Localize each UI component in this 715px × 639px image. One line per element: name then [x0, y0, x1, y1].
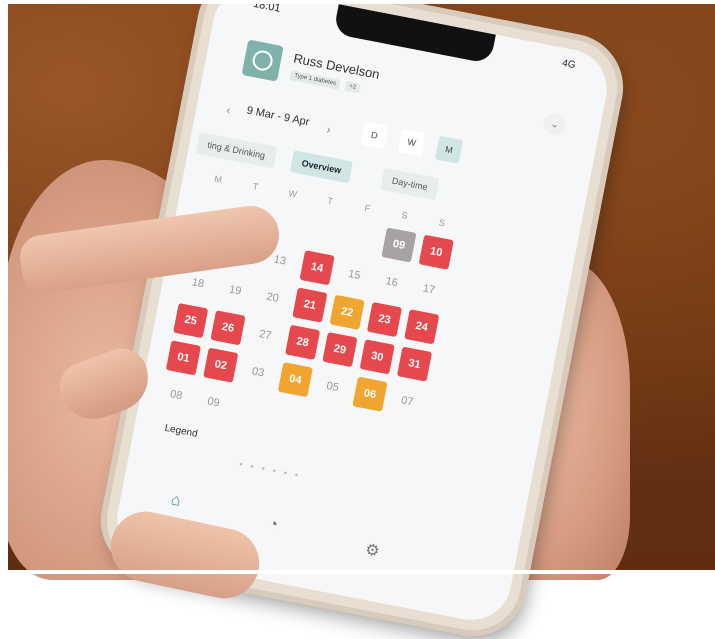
calendar-day[interactable]: 17 — [411, 272, 446, 307]
chevron-left-icon[interactable]: ‹ — [225, 103, 232, 118]
calendar-day[interactable]: 25 — [173, 303, 209, 339]
tab-eating-drinking[interactable]: ting & Drinking — [195, 131, 277, 169]
calendar-day[interactable]: 09 — [381, 227, 417, 263]
calendar-day[interactable]: 10 — [418, 234, 454, 270]
tab-daytime[interactable]: Day-time — [380, 167, 440, 201]
tab-overview[interactable]: Overview — [289, 150, 354, 184]
frame-edge-left — [0, 0, 8, 574]
weekday-label: S — [438, 217, 446, 229]
chevron-right-icon[interactable]: › — [325, 122, 332, 137]
date-range: 9 Mar - 9 Apr — [245, 104, 311, 129]
calendar-day[interactable]: 04 — [277, 362, 313, 398]
calendar-day[interactable]: 05 — [315, 369, 350, 404]
calendar-day[interactable]: 08 — [159, 378, 194, 413]
page-indicator: ● ● ● ● ● ● — [238, 461, 302, 480]
weekday-label: T — [251, 181, 260, 192]
calendar-day[interactable]: 26 — [210, 310, 246, 346]
bell-icon[interactable]: ◔ — [267, 515, 280, 535]
calendar-day[interactable]: 09 — [196, 385, 231, 420]
calendar-day[interactable]: 07 — [390, 384, 425, 419]
calendar-day[interactable]: 28 — [285, 324, 321, 360]
calendar-day[interactable]: 02 — [203, 347, 239, 383]
profile-tag-extra[interactable]: +2 — [344, 80, 361, 94]
weekday-label: S — [400, 210, 409, 221]
calendar-day[interactable]: 24 — [404, 309, 440, 345]
calendar-day[interactable]: 06 — [352, 376, 388, 412]
home-icon[interactable]: ⌂ — [169, 491, 183, 511]
calendar-day[interactable]: 31 — [396, 346, 433, 382]
calendar-day[interactable]: 23 — [366, 301, 403, 338]
calendar-day[interactable]: 20 — [255, 280, 290, 315]
calendar-day[interactable]: 15 — [337, 257, 372, 292]
weekday-label: W — [287, 188, 298, 200]
weekday-label: T — [326, 195, 334, 207]
calendar-day[interactable]: 30 — [359, 339, 395, 375]
profile-avatar[interactable] — [241, 39, 284, 82]
calendar-day[interactable]: 29 — [322, 332, 358, 368]
gear-icon[interactable]: ⚙ — [363, 539, 381, 561]
legend-label: Legend — [163, 422, 199, 440]
calendar-day[interactable]: 27 — [248, 318, 283, 353]
frame-edge-bottom — [0, 570, 715, 574]
frame-edge-top — [0, 0, 715, 4]
calendar-day[interactable]: 01 — [165, 340, 202, 376]
chevron-down-icon[interactable]: ⌄ — [541, 111, 568, 138]
calendar-day[interactable]: 22 — [329, 294, 365, 330]
period-day-button[interactable]: D — [360, 121, 389, 150]
weekday-label: F — [363, 202, 372, 214]
status-network: 4G — [561, 57, 577, 72]
calendar-day[interactable]: 19 — [218, 273, 253, 308]
calendar-day[interactable]: 03 — [240, 355, 275, 390]
calendar-day[interactable]: 16 — [374, 265, 409, 300]
calendar-day[interactable]: 14 — [299, 250, 335, 286]
weekday-label: M — [213, 173, 223, 185]
period-week-button[interactable]: W — [397, 128, 426, 157]
period-month-button[interactable]: M — [434, 135, 464, 164]
calendar-day[interactable]: 21 — [292, 287, 328, 323]
